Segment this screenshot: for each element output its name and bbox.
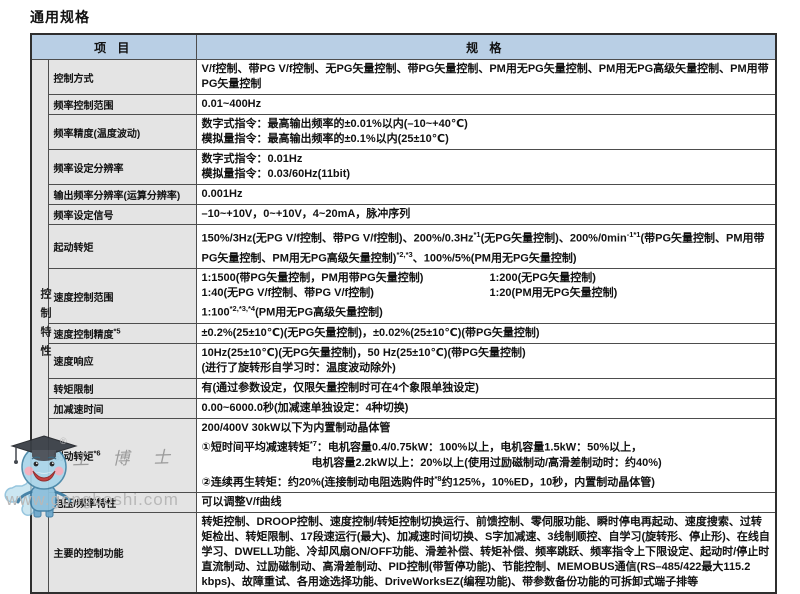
spec-line: V/f控制、带PG V/f控制、无PG矢量控制、带PG矢量控制、PM用无PG矢量… xyxy=(202,62,771,92)
column-header-item: 项 目 xyxy=(31,34,196,60)
table-row: 速度响应 10Hz(25±10℃)(无PG矢量控制)，50 Hz(25±10℃)… xyxy=(31,343,776,378)
table-row: 加减速时间 0.00~6000.0秒(加减速单独设定：4种切换) xyxy=(31,398,776,418)
table-row: 转矩限制 有(通过参数设定，仅限矢量控制时可在4个象限单独设定) xyxy=(31,378,776,398)
row-label: 输出频率分辨率(运算分辨率) xyxy=(48,185,196,205)
spec-line: 数字式指令：0.01Hz xyxy=(202,152,771,167)
row-label: 频率设定分辨率 xyxy=(48,150,196,185)
row-label: 频率控制范围 xyxy=(48,95,196,115)
spec-line: 0.01~400Hz xyxy=(202,97,771,112)
row-label: 速度控制范围 xyxy=(48,269,196,324)
spec-line: ①短时间平均减速转矩*7：电机容量0.4/0.75kW：100%以上，电机容量1… xyxy=(202,436,771,456)
column-header-spec: 规 格 xyxy=(196,34,776,60)
row-spec: 150%/3Hz(无PG V/f控制、带PG V/f控制)、200%/0.3Hz… xyxy=(196,225,776,269)
spec-line: 转矩控制、DROOP控制、速度控制/转矩控制切换运行、前馈控制、零伺服功能、瞬时… xyxy=(202,515,771,590)
table-row: 频率设定信号 –10~+10V，0~+10V，4~20mA，脉冲序列 xyxy=(31,205,776,225)
table-row: 主要的控制功能 转矩控制、DROOP控制、速度控制/转矩控制切换运行、前馈控制、… xyxy=(31,513,776,594)
spec-line: 电机容量2.2kW以上：20%以上(使用过励磁制动/高滑差制动时：约40%) xyxy=(202,456,771,471)
spec-line: 1:1500(带PG矢量控制，PM用带PG矢量控制)1:200(无PG矢量控制) xyxy=(202,271,771,286)
page-title: 通用规格 xyxy=(30,7,90,27)
table-header-row: 项 目 规 格 xyxy=(31,34,776,60)
row-spec: 0.00~6000.0秒(加减速单独设定：4种切换) xyxy=(196,398,776,418)
row-spec: 1:1500(带PG矢量控制，PM用带PG矢量控制)1:200(无PG矢量控制)… xyxy=(196,269,776,324)
row-label: 速度响应 xyxy=(48,343,196,378)
row-label: 速度控制精度*5 xyxy=(48,323,196,343)
row-spec: V/f控制、带PG V/f控制、无PG矢量控制、带PG矢量控制、PM用无PG矢量… xyxy=(196,60,776,95)
row-spec: 数字式指令：0.01Hz模拟量指令：0.03/60Hz(11bit) xyxy=(196,150,776,185)
table-row: 速度控制精度*5 ±0.2%(25±10℃)(无PG矢量控制)，±0.02%(2… xyxy=(31,323,776,343)
registered-mark: ® xyxy=(60,436,67,446)
spec-line: 150%/3Hz(无PG V/f控制、带PG V/f控制)、200%/0.3Hz… xyxy=(202,227,771,266)
row-spec: 0.001Hz xyxy=(196,185,776,205)
watermark-url: www.gongboshi.com xyxy=(6,490,179,510)
table-row: 起动转矩 150%/3Hz(无PG V/f控制、带PG V/f控制)、200%/… xyxy=(31,225,776,269)
table-row: 速度控制范围 1:1500(带PG矢量控制，PM用带PG矢量控制)1:200(无… xyxy=(31,269,776,324)
spec-line: 有(通过参数设定，仅限矢量控制时可在4个象限单独设定) xyxy=(202,381,771,396)
spec-line: 1:100*2,*3,*4(PM用无PG高级矢量控制) xyxy=(202,301,771,321)
row-label: 频率精度(温度波动) xyxy=(48,115,196,150)
row-label: 控制方式 xyxy=(48,60,196,95)
row-label: 主要的控制功能 xyxy=(48,513,196,594)
spec-line: 1:40(无PG V/f控制、带PG V/f控制)1:20(PM用无PG矢量控制… xyxy=(202,286,771,301)
spec-line: (进行了旋转形自学习时：温度波动除外) xyxy=(202,361,771,376)
spec-line: 数字式指令：最高输出频率的±0.01%以内(–10~+40℃) xyxy=(202,117,771,132)
row-spec: 10Hz(25±10℃)(无PG矢量控制)，50 Hz(25±10℃)(带PG矢… xyxy=(196,343,776,378)
row-spec: 数字式指令：最高输出频率的±0.01%以内(–10~+40℃)模拟量指令：最高输… xyxy=(196,115,776,150)
table-row: 输出频率分辨率(运算分辨率) 0.001Hz xyxy=(31,185,776,205)
spec-line: 可以调整V/f曲线 xyxy=(202,495,771,510)
row-label: 起动转矩 xyxy=(48,225,196,269)
row-label: 加减速时间 xyxy=(48,398,196,418)
table-row: 频率控制范围 0.01~400Hz xyxy=(31,95,776,115)
row-spec: 可以调整V/f曲线 xyxy=(196,493,776,513)
spec-line: 200/400V 30kW以下为内置制动晶体管 xyxy=(202,421,771,436)
spec-line: 0.00~6000.0秒(加减速单独设定：4种切换) xyxy=(202,401,771,416)
row-label: 频率设定信号 xyxy=(48,205,196,225)
row-label: 转矩限制 xyxy=(48,378,196,398)
table-row: 频率设定分辨率 数字式指令：0.01Hz模拟量指令：0.03/60Hz(11bi… xyxy=(31,150,776,185)
table-row: 控制特性 控制方式 V/f控制、带PG V/f控制、无PG矢量控制、带PG矢量控… xyxy=(31,60,776,95)
spec-line: 模拟量指令：0.03/60Hz(11bit) xyxy=(202,167,771,182)
watermark-brand-text: 工 博 士 xyxy=(72,443,183,471)
spec-line: 0.001Hz xyxy=(202,187,771,202)
group-label: 控制特性 xyxy=(37,288,53,364)
spec-line: 模拟量指令：最高输出频率的±0.1%以内(25±10℃) xyxy=(202,132,771,147)
row-spec: ±0.2%(25±10℃)(无PG矢量控制)，±0.02%(25±10℃)(带P… xyxy=(196,323,776,343)
row-spec: 有(通过参数设定，仅限矢量控制时可在4个象限单独设定) xyxy=(196,378,776,398)
row-spec: 转矩控制、DROOP控制、速度控制/转矩控制切换运行、前馈控制、零伺服功能、瞬时… xyxy=(196,513,776,594)
row-spec: 0.01~400Hz xyxy=(196,95,776,115)
row-spec: 200/400V 30kW以下为内置制动晶体管①短时间平均减速转矩*7：电机容量… xyxy=(196,418,776,492)
table-row: 频率精度(温度波动) 数字式指令：最高输出频率的±0.01%以内(–10~+40… xyxy=(31,115,776,150)
spec-line: –10~+10V，0~+10V，4~20mA，脉冲序列 xyxy=(202,207,771,222)
row-spec: –10~+10V，0~+10V，4~20mA，脉冲序列 xyxy=(196,205,776,225)
spec-line: ±0.2%(25±10℃)(无PG矢量控制)，±0.02%(25±10℃)(带P… xyxy=(202,326,771,341)
spec-line: 10Hz(25±10℃)(无PG矢量控制)，50 Hz(25±10℃)(带PG矢… xyxy=(202,346,771,361)
spec-line: ②连续再生转矩：约20%(连接制动电阻选购件时*8约125%，10%ED，10秒… xyxy=(202,471,771,491)
